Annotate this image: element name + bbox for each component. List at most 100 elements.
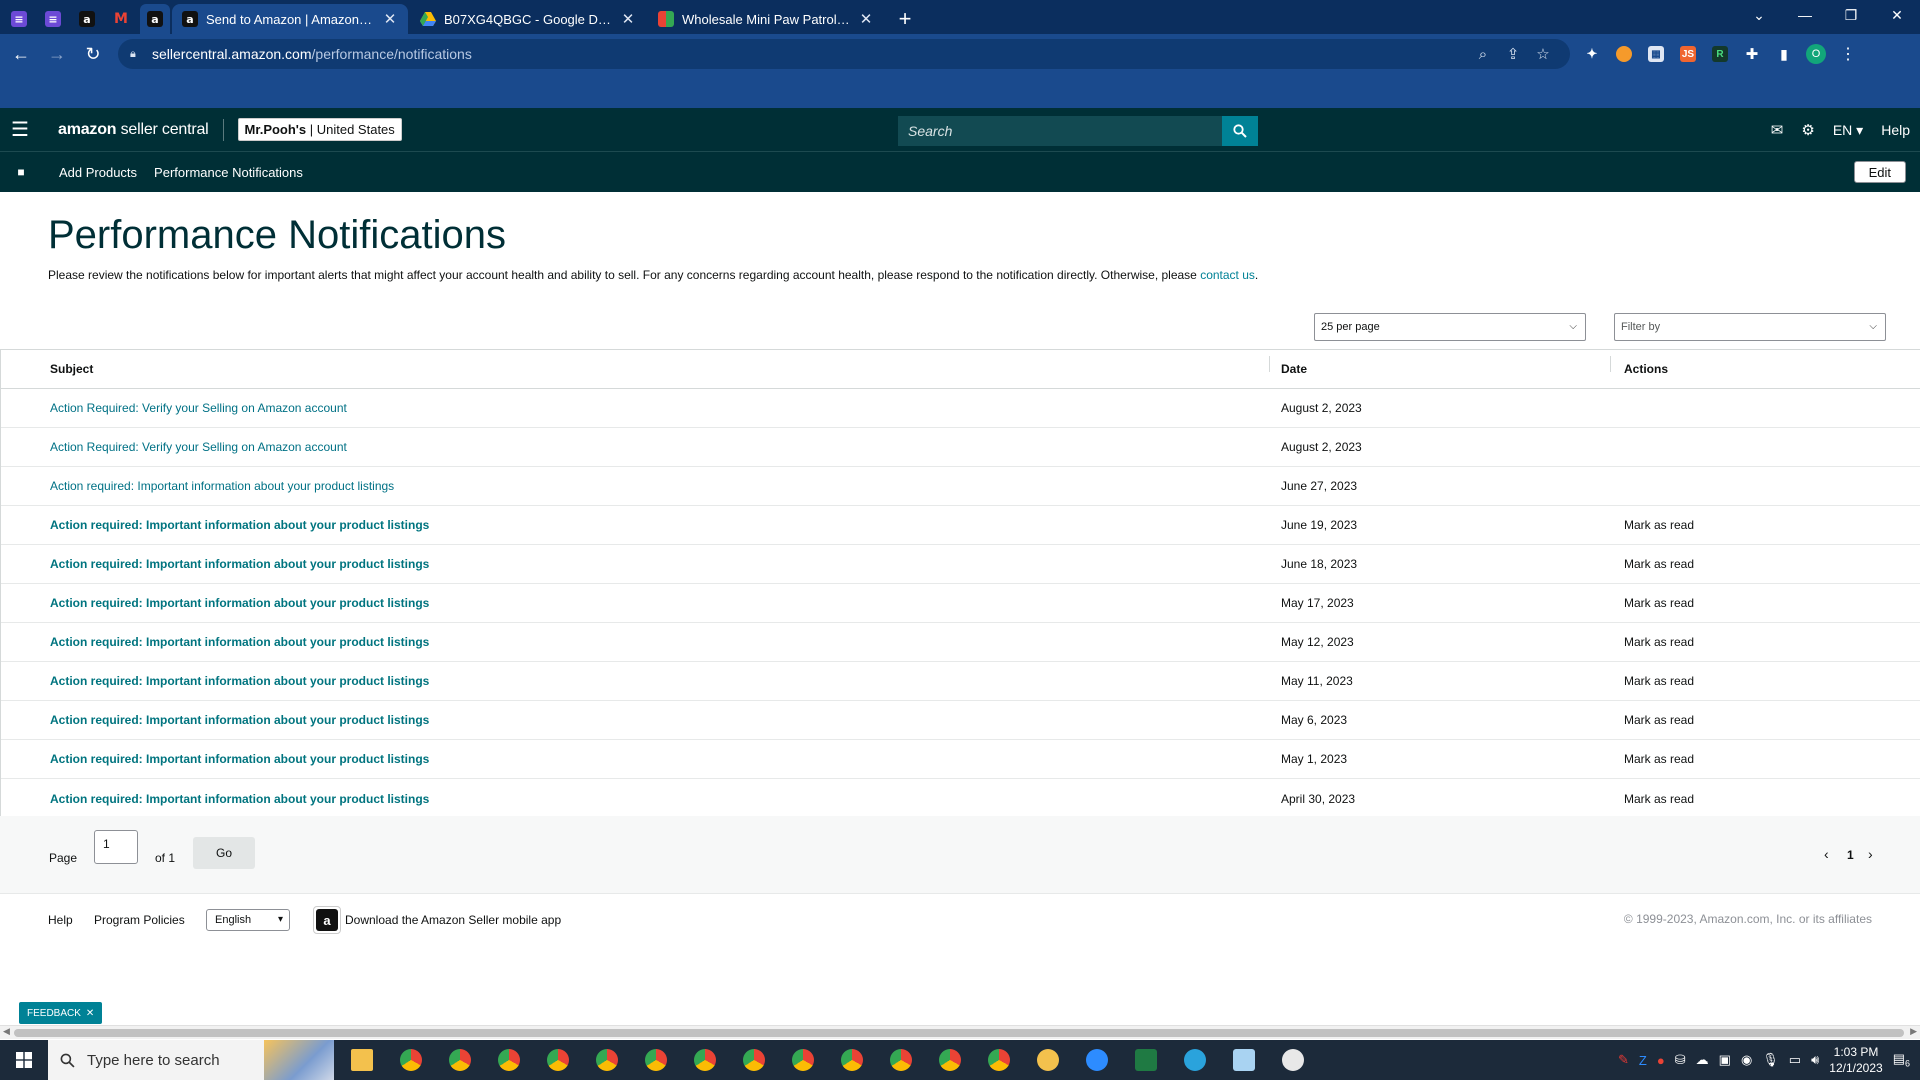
notification-subject-link[interactable]: Action Required: Verify your Selling on …: [50, 401, 347, 415]
contact-us-link[interactable]: contact us: [1200, 268, 1255, 282]
mark-as-read-link[interactable]: Mark as read: [1624, 752, 1694, 766]
tab-wholesale[interactable]: Wholesale Mini Paw Patrol Guita ✕: [648, 4, 884, 34]
share-icon[interactable]: ⇪: [1498, 45, 1528, 63]
tab-google-drive[interactable]: B07XG4QBGC - Google Drive ✕: [410, 4, 646, 34]
next-page-icon[interactable]: ›: [1868, 846, 1873, 862]
side-panel-icon[interactable]: ▮: [1770, 40, 1798, 68]
per-page-select[interactable]: 25 per page ⌵: [1314, 313, 1586, 341]
new-tab-button[interactable]: +: [890, 4, 920, 34]
chrome-icon[interactable]: [836, 1044, 868, 1076]
file-explorer-icon[interactable]: [346, 1044, 378, 1076]
pdf-icon[interactable]: ✎: [1618, 1052, 1629, 1068]
cloud-icon[interactable]: ☁: [1696, 1052, 1709, 1068]
windows-start-icon[interactable]: [0, 1040, 48, 1080]
chrome-icon[interactable]: [689, 1044, 721, 1076]
hamburger-menu-icon[interactable]: ☰: [0, 108, 40, 152]
notifications-icon[interactable]: ▤6: [1893, 1051, 1910, 1069]
tab-search-icon[interactable]: ⌄: [1736, 0, 1782, 30]
zoom-app-icon[interactable]: [1081, 1044, 1113, 1076]
seller-central-logo[interactable]: amazon seller central: [58, 121, 209, 139]
reload-button[interactable]: ↻: [78, 39, 108, 69]
notification-subject-link[interactable]: Action required: Important information a…: [50, 635, 429, 649]
close-window-button[interactable]: ✕: [1874, 0, 1920, 30]
scroll-left-icon[interactable]: ◀: [3, 1026, 10, 1037]
extension-icon[interactable]: ▦: [1642, 40, 1670, 68]
minimize-button[interactable]: —: [1782, 0, 1828, 30]
pinned-tab-3[interactable]: a: [72, 4, 102, 34]
extension-icon[interactable]: ✦: [1578, 40, 1606, 68]
star-icon[interactable]: ☆: [1528, 45, 1558, 63]
go-button[interactable]: Go: [193, 837, 255, 869]
chrome-icon[interactable]: [787, 1044, 819, 1076]
search-button[interactable]: [1222, 116, 1258, 146]
restore-button[interactable]: ❐: [1828, 0, 1874, 30]
scrollbar-thumb[interactable]: [14, 1029, 1904, 1037]
tab-send-to-amazon[interactable]: a Send to Amazon | Amazon Selle ✕: [172, 4, 408, 34]
close-icon[interactable]: ✕: [86, 1008, 94, 1019]
drive-icon[interactable]: ⛁: [1675, 1052, 1686, 1068]
filter-select[interactable]: Filter by ⌵: [1614, 313, 1886, 341]
mail-icon[interactable]: ✉: [1771, 121, 1784, 139]
footer-language-select[interactable]: English ▾: [206, 909, 290, 931]
notepad-icon[interactable]: [1228, 1044, 1260, 1076]
pinned-tab-5[interactable]: a: [140, 4, 170, 34]
pinned-tab-4[interactable]: M: [106, 4, 136, 34]
chrome-icon[interactable]: [640, 1044, 672, 1076]
zoom-icon[interactable]: ⌕: [1468, 46, 1498, 63]
chrome-icon[interactable]: [444, 1044, 476, 1076]
zalo-icon[interactable]: Z: [1639, 1053, 1647, 1068]
language-selector[interactable]: EN ▾: [1833, 122, 1863, 139]
notification-subject-link[interactable]: Action required: Important information a…: [50, 596, 429, 610]
snip-tool-icon[interactable]: [1277, 1044, 1309, 1076]
amazon-seller-app-icon[interactable]: a: [313, 906, 341, 934]
back-button[interactable]: ←: [6, 39, 36, 69]
mark-as-read-link[interactable]: Mark as read: [1624, 792, 1694, 806]
emoji-app-icon[interactable]: [1032, 1044, 1064, 1076]
chrome-icon[interactable]: [542, 1044, 574, 1076]
mark-as-read-link[interactable]: Mark as read: [1624, 557, 1694, 571]
help-link[interactable]: Help: [1881, 122, 1910, 138]
display-icon[interactable]: ▣: [1719, 1052, 1731, 1068]
footer-policies-link[interactable]: Program Policies: [94, 913, 185, 927]
profile-avatar[interactable]: O: [1802, 40, 1830, 68]
camera-icon[interactable]: ◉: [1741, 1052, 1752, 1068]
close-icon[interactable]: ✕: [382, 10, 398, 28]
notification-subject-link[interactable]: Action required: Important information a…: [50, 674, 429, 688]
chrome-icon[interactable]: [395, 1044, 427, 1076]
excel-icon[interactable]: [1130, 1044, 1162, 1076]
volume-icon[interactable]: 🔊︎: [1811, 1052, 1819, 1068]
microphone-icon[interactable]: 🎙︎: [1762, 1052, 1779, 1068]
notification-subject-link[interactable]: Action Required: Verify your Selling on …: [50, 440, 347, 454]
current-page-number[interactable]: 1: [1847, 848, 1854, 862]
horizontal-scrollbar[interactable]: ◀ ▶: [0, 1025, 1920, 1039]
mark-as-read-link[interactable]: Mark as read: [1624, 596, 1694, 610]
chrome-icon[interactable]: [983, 1044, 1015, 1076]
forward-button[interactable]: →: [42, 39, 72, 69]
extension-icon[interactable]: [1610, 40, 1638, 68]
gear-icon[interactable]: ⚙: [1801, 121, 1814, 139]
mark-as-read-link[interactable]: Mark as read: [1624, 518, 1694, 532]
chrome-icon[interactable]: [738, 1044, 770, 1076]
puzzle-icon[interactable]: ✚: [1738, 40, 1766, 68]
mark-as-read-link[interactable]: Mark as read: [1624, 674, 1694, 688]
chrome-icon[interactable]: [493, 1044, 525, 1076]
chrome-icon[interactable]: [591, 1044, 623, 1076]
chrome-icon[interactable]: [885, 1044, 917, 1076]
mark-as-read-link[interactable]: Mark as read: [1624, 713, 1694, 727]
edit-button[interactable]: Edit: [1853, 161, 1906, 183]
close-icon[interactable]: ✕: [858, 10, 874, 28]
notification-subject-link[interactable]: Action required: Important information a…: [50, 792, 429, 806]
search-input[interactable]: [898, 116, 1222, 146]
subnav-performance-notifications[interactable]: Performance Notifications: [154, 165, 303, 180]
url-bar[interactable]: 🔒︎ sellercentral.amazon.com/performance/…: [118, 39, 1570, 69]
notification-subject-link[interactable]: Action required: Important information a…: [50, 518, 429, 532]
extension-icon[interactable]: JS: [1674, 40, 1702, 68]
lock-icon[interactable]: 🔒︎: [130, 48, 148, 61]
notification-subject-link[interactable]: Action required: Important information a…: [50, 557, 429, 571]
mark-as-read-link[interactable]: Mark as read: [1624, 635, 1694, 649]
telegram-icon[interactable]: [1179, 1044, 1211, 1076]
feedback-button[interactable]: FEEDBACK ✕: [19, 1002, 103, 1024]
store-switcher[interactable]: Mr.Pooh's | United States: [237, 118, 402, 141]
bookmark-icon[interactable]: ■: [0, 165, 42, 179]
scroll-right-icon[interactable]: ▶: [1910, 1026, 1917, 1037]
